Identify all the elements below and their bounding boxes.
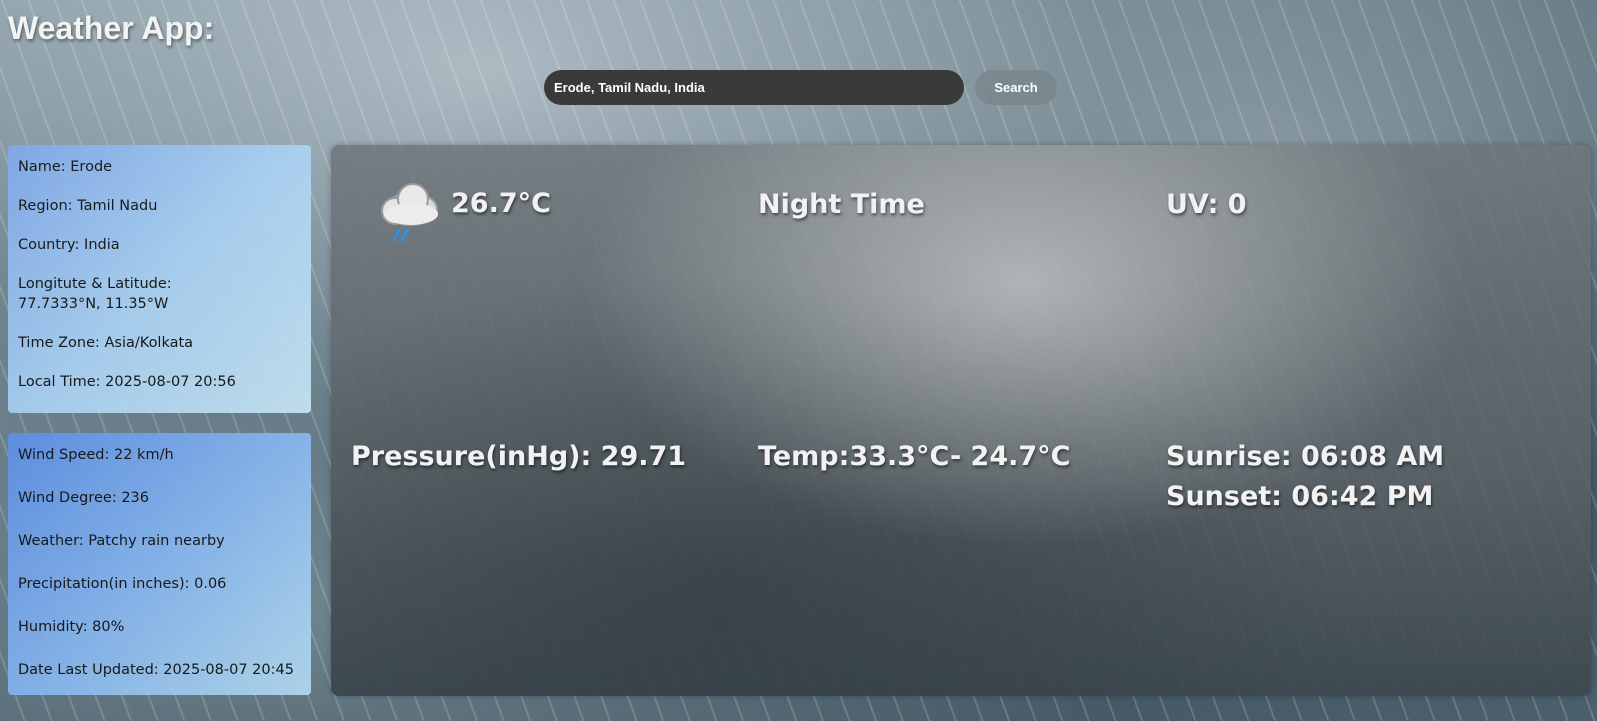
location-local-time: Local Time: 2025-08-07 20:56	[18, 374, 236, 390]
main-weather-panel: 26.7°C Night Time UV: 0 Pressure(inHg): …	[331, 145, 1591, 696]
weather-details-card: Wind Speed: 22 km/h Wind Degree: 236 Wea…	[8, 433, 311, 695]
location-coordinates: Longitute & Latitude: 77.7333°N, 11.35°W	[18, 274, 301, 314]
humidity: Humidity: 80%	[18, 619, 125, 635]
weather-condition: Weather: Patchy rain nearby	[18, 533, 225, 549]
app-title: Weather App:	[8, 10, 215, 46]
search-bar: Search	[544, 70, 1057, 105]
date-last-updated: Date Last Updated: 2025-08-07 20:45	[18, 662, 294, 678]
day-night-indicator: Night Time	[758, 189, 925, 220]
precipitation: Precipitation(in inches): 0.06	[18, 576, 227, 592]
uv-index: UV: 0	[1166, 189, 1247, 220]
search-button[interactable]: Search	[975, 70, 1057, 105]
location-country: Country: India	[18, 237, 120, 253]
coordinates-value: 77.7333°N, 11.35°W	[18, 296, 169, 312]
search-input[interactable]	[544, 70, 964, 105]
pressure: Pressure(inHg): 29.71	[351, 441, 687, 472]
current-temperature: 26.7°C	[451, 188, 551, 219]
sunset-time: Sunset: 06:42 PM	[1166, 481, 1434, 512]
location-region: Region: Tamil Nadu	[18, 198, 158, 214]
moon-cloud-rain-icon	[374, 161, 438, 242]
sunrise-time: Sunrise: 06:08 AM	[1166, 441, 1445, 472]
temperature-range: Temp:33.3°C- 24.7°C	[758, 441, 1071, 472]
wind-speed: Wind Speed: 22 km/h	[18, 447, 174, 463]
location-name: Name: Erode	[18, 159, 113, 175]
location-card: Name: Erode Region: Tamil Nadu Country: …	[8, 145, 311, 413]
location-timezone: Time Zone: Asia/Kolkata	[18, 335, 194, 351]
coordinates-label: Longitute & Latitude:	[18, 276, 172, 292]
wind-degree: Wind Degree: 236	[18, 490, 149, 506]
